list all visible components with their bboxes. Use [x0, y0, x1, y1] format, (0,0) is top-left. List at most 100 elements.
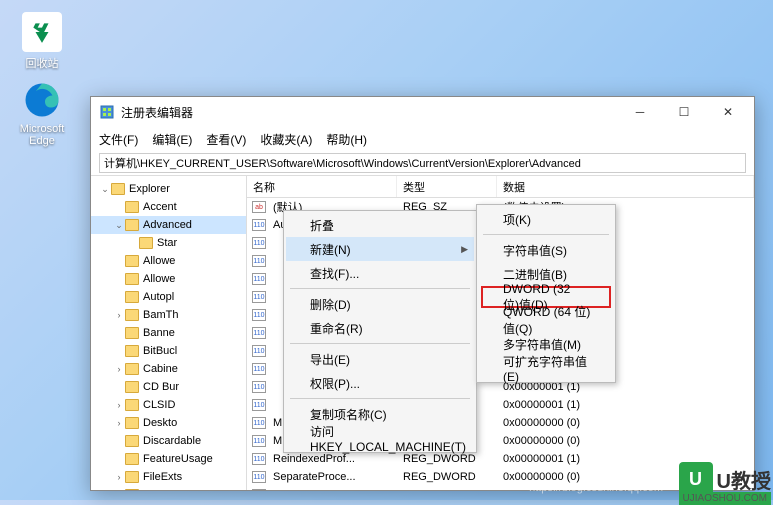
- expand-icon[interactable]: ›: [113, 400, 125, 410]
- menu-favorites[interactable]: 收藏夹(A): [260, 131, 312, 148]
- brand-icon: U: [679, 462, 713, 496]
- expand-icon[interactable]: ›: [113, 418, 125, 428]
- menu-item[interactable]: 重命名(R): [286, 316, 474, 340]
- value-name: ReindexedProf...: [271, 453, 401, 465]
- list-header[interactable]: 名称 类型 数据: [247, 176, 754, 198]
- menu-item[interactable]: 查找(F)...: [286, 261, 474, 285]
- folder-icon: [125, 453, 139, 465]
- menu-file[interactable]: 文件(F): [99, 131, 138, 148]
- tree-label: FileExts: [143, 471, 182, 483]
- folder-icon: [125, 273, 139, 285]
- tree-label: BamTh: [143, 309, 178, 321]
- menu-separator: [290, 398, 470, 399]
- value-icon: 110: [251, 488, 267, 490]
- menu-item[interactable]: 访问 HKEY_LOCAL_MACHINE(T): [286, 426, 474, 450]
- regedit-icon: [99, 104, 115, 120]
- context-menu: 折叠新建(N)查找(F)...删除(D)重命名(R)导出(E)权限(P)...复…: [283, 210, 477, 453]
- tree-item[interactable]: › Deskto: [91, 414, 246, 432]
- menu-item[interactable]: 折叠: [286, 213, 474, 237]
- value-icon: 110: [251, 416, 267, 430]
- menu-help[interactable]: 帮助(H): [326, 131, 367, 148]
- tree-label: Discardable: [143, 435, 201, 447]
- tree-item[interactable]: CD Bur: [91, 378, 246, 396]
- tree-label: Accent: [143, 201, 177, 213]
- tree-item[interactable]: ›CLSID: [91, 396, 246, 414]
- col-name[interactable]: 名称: [247, 176, 397, 197]
- col-data[interactable]: 数据: [497, 176, 754, 197]
- expand-icon[interactable]: ⌄: [113, 220, 125, 231]
- value-type: REG_DWORD: [401, 489, 501, 490]
- value-icon: 110: [251, 470, 267, 484]
- tree-item[interactable]: Banne: [91, 324, 246, 342]
- tree-item[interactable]: Allowe: [91, 252, 246, 270]
- tree-panel[interactable]: ⌄Explorer Accent ⌄Advanced Star Allowe Allowe…: [91, 176, 247, 490]
- menu-item[interactable]: 项(K): [479, 207, 613, 231]
- tree-item[interactable]: › BamTh: [91, 306, 246, 324]
- folder-icon: [125, 327, 139, 339]
- close-button[interactable]: ✕: [706, 98, 750, 126]
- col-type[interactable]: 类型: [397, 176, 497, 197]
- maximize-button[interactable]: ☐: [662, 98, 706, 126]
- tree-label: Deskto: [143, 417, 177, 429]
- menu-item[interactable]: 删除(D): [286, 292, 474, 316]
- menu-view[interactable]: 查看(V): [206, 131, 246, 148]
- tree-item[interactable]: Discardable: [91, 432, 246, 450]
- tree-item[interactable]: FeatureUsage: [91, 450, 246, 468]
- tree-item[interactable]: ›Cabine: [91, 360, 246, 378]
- menu-item[interactable]: QWORD (64 位)值(Q): [479, 308, 613, 332]
- folder-icon: [125, 363, 139, 375]
- tree-item[interactable]: Autopl: [91, 288, 246, 306]
- tree-label: HideDesktopIcons: [143, 489, 232, 490]
- edge-icon: [22, 80, 62, 120]
- menu-edit[interactable]: 编辑(E): [152, 131, 192, 148]
- recycle-bin-icon[interactable]: 回收站: [12, 12, 72, 71]
- titlebar[interactable]: 注册表编辑器 ─ ☐ ✕: [91, 97, 754, 127]
- tree-label: Autopl: [143, 291, 174, 303]
- folder-icon: [111, 183, 125, 195]
- value-icon: 110: [251, 272, 267, 286]
- tree-item[interactable]: Star: [91, 234, 246, 252]
- folder-icon: [125, 309, 139, 321]
- tree-label: FeatureUsage: [143, 453, 213, 465]
- menu-separator: [483, 234, 609, 235]
- menu-separator: [290, 288, 470, 289]
- value-icon: 110: [251, 380, 267, 394]
- expand-icon[interactable]: ⌄: [99, 184, 111, 195]
- value-icon: 110: [251, 326, 267, 340]
- tree-label: Star: [157, 237, 177, 249]
- tree-label: CD Bur: [143, 381, 179, 393]
- tree-item[interactable]: BitBucl: [91, 342, 246, 360]
- tree-label: BitBucl: [143, 345, 177, 357]
- value-type: REG_DWORD: [401, 453, 501, 465]
- tree-item[interactable]: › FileExts: [91, 468, 246, 486]
- menu-item[interactable]: 新建(N): [286, 237, 474, 261]
- value-icon: 110: [251, 254, 267, 268]
- folder-icon: [125, 399, 139, 411]
- expand-icon[interactable]: ›: [113, 310, 125, 320]
- tree-label: Allowe: [143, 255, 175, 267]
- expand-icon[interactable]: ›: [113, 364, 125, 374]
- tree-item[interactable]: ⌄Advanced: [91, 216, 246, 234]
- tree-item[interactable]: Accent: [91, 198, 246, 216]
- tree-item[interactable]: Allowe: [91, 270, 246, 288]
- menubar: 文件(F) 编辑(E) 查看(V) 收藏夹(A) 帮助(H): [91, 127, 754, 151]
- path-input[interactable]: [99, 153, 746, 173]
- expand-icon[interactable]: ›: [113, 472, 125, 482]
- value-icon: 110: [251, 236, 267, 250]
- tree-item[interactable]: ⌄Explorer: [91, 180, 246, 198]
- window-title: 注册表编辑器: [121, 104, 618, 121]
- value-icon: 110: [251, 308, 267, 322]
- tree-label: Banne: [143, 327, 175, 339]
- menu-item[interactable]: 导出(E): [286, 347, 474, 371]
- menu-item[interactable]: 权限(P)...: [286, 371, 474, 395]
- edge-label: Microsoft Edge: [12, 123, 72, 147]
- address-bar: [91, 151, 754, 175]
- menu-item[interactable]: 字符串值(S): [479, 238, 613, 262]
- tree-item[interactable]: HideDesktopIcons: [91, 486, 246, 490]
- value-icon: 110: [251, 290, 267, 304]
- folder-icon: [125, 381, 139, 393]
- edge-browser-icon[interactable]: Microsoft Edge: [12, 80, 72, 147]
- minimize-button[interactable]: ─: [618, 98, 662, 126]
- folder-icon: [125, 201, 139, 213]
- menu-item[interactable]: 可扩充字符串值(E): [479, 356, 613, 380]
